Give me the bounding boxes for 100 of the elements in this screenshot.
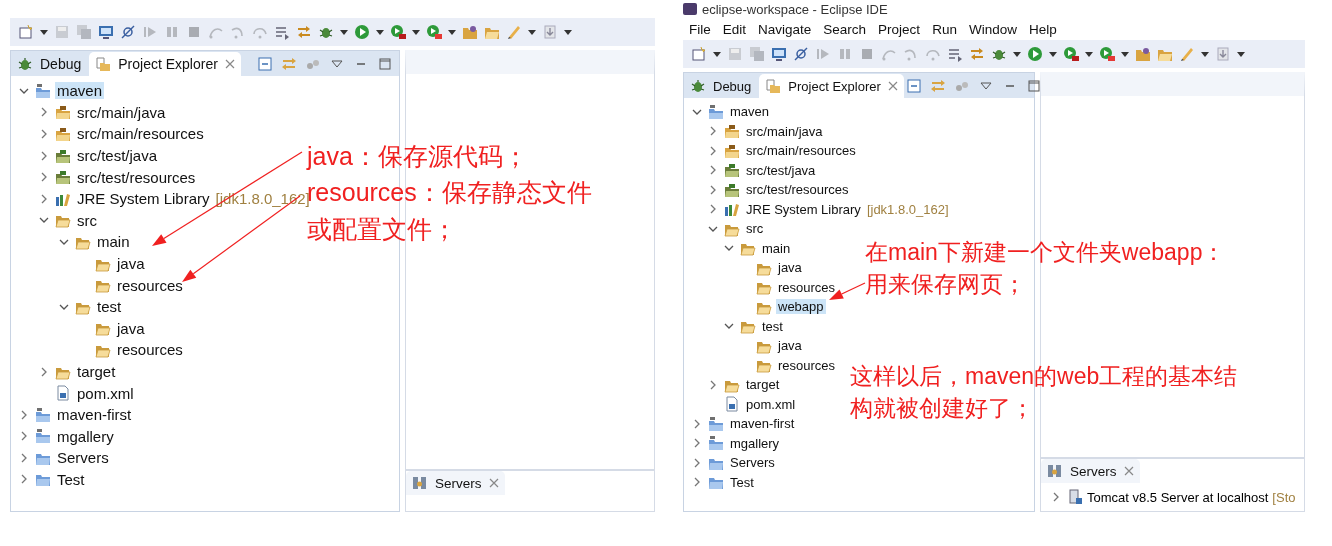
download-icon[interactable] <box>542 24 558 40</box>
folder-icon[interactable] <box>462 24 478 40</box>
list-icon[interactable] <box>947 46 963 62</box>
tree-item[interactable]: pom.xml <box>75 384 136 402</box>
servers-icon <box>1047 463 1063 479</box>
view-tab[interactable]: Servers <box>1041 459 1140 483</box>
tree-item[interactable]: src/main/resources <box>744 143 858 159</box>
server-status: [Sto <box>1272 489 1296 505</box>
tree-item[interactable]: java <box>776 338 804 354</box>
close-icon[interactable] <box>488 478 499 488</box>
project-folder-icon <box>708 415 724 432</box>
tree-item[interactable]: Test <box>728 474 756 490</box>
annotation-text: 在main下新建一个文件夹webapp： <box>865 238 1226 267</box>
maximize-icon[interactable] <box>377 56 393 72</box>
explorer-icon <box>95 56 112 72</box>
tree-item[interactable]: maven-first <box>728 416 797 432</box>
run-icon[interactable] <box>354 24 370 40</box>
tree-item[interactable]: resources <box>776 279 838 295</box>
view-tab[interactable]: Debug <box>684 74 758 98</box>
collapse-icon[interactable] <box>257 56 273 72</box>
menu-item[interactable]: Help <box>1028 21 1057 37</box>
annotation-text: 构就被创建好了； <box>850 394 1035 424</box>
tree-item[interactable]: main <box>95 233 132 251</box>
monitor-icon[interactable] <box>98 24 114 40</box>
tree-item[interactable]: src/main/java <box>75 103 168 121</box>
tree-item[interactable]: src/test/resources <box>744 182 851 198</box>
skip-icon[interactable] <box>793 46 809 62</box>
annotation-text: 或配置文件； <box>307 213 458 245</box>
tree-item[interactable]: src <box>744 221 766 237</box>
tree-item[interactable]: maven-first <box>55 406 134 424</box>
tree-item[interactable]: target <box>75 363 118 380</box>
menu-item[interactable]: Edit <box>722 21 747 37</box>
tree-item[interactable]: pom.xml <box>744 396 798 412</box>
project-folder-icon <box>708 435 724 452</box>
new-file-icon[interactable] <box>691 46 707 62</box>
menu-item[interactable]: Run <box>932 21 957 37</box>
arrows-icon[interactable] <box>296 24 312 40</box>
run-icon[interactable] <box>426 24 442 40</box>
maximize-icon[interactable] <box>1025 78 1042 94</box>
folder-icon[interactable] <box>1135 46 1151 62</box>
tree-item[interactable]: test <box>95 298 124 316</box>
books-icon <box>724 201 740 218</box>
menu-item[interactable]: Window <box>968 21 1017 37</box>
monitor-icon[interactable] <box>771 46 787 62</box>
project-folder-icon <box>35 406 51 423</box>
tree-item[interactable]: java <box>115 319 147 337</box>
tree-item[interactable]: src/main/resources <box>75 125 206 143</box>
tree-item[interactable]: src/test/java <box>75 147 160 165</box>
tree-item[interactable]: main <box>760 240 793 256</box>
tree-item[interactable]: java <box>776 260 804 276</box>
tree-item[interactable]: src <box>75 211 99 229</box>
tree-item[interactable]: Servers <box>728 455 777 471</box>
tree-item[interactable]: mgallery <box>55 427 116 445</box>
arrows-icon[interactable] <box>969 46 985 62</box>
tree-item[interactable]: java <box>115 255 147 273</box>
close-icon[interactable] <box>1123 466 1134 476</box>
package-folder-icon <box>724 123 740 140</box>
package-folder-icon <box>724 181 740 198</box>
collapse-icon[interactable] <box>905 78 922 94</box>
tree-item[interactable]: resources <box>115 341 185 359</box>
close-icon[interactable] <box>224 59 235 69</box>
new-file-icon[interactable] <box>18 24 34 40</box>
tree-item[interactable]: mgallery <box>728 435 782 451</box>
skip-icon[interactable] <box>120 24 136 40</box>
tree-item[interactable]: Test <box>55 471 87 488</box>
run-icon[interactable] <box>390 24 406 40</box>
server-item[interactable]: Tomcat v8.5 Server at localhost <box>1087 489 1269 505</box>
menu-item[interactable]: Navigate <box>758 21 812 37</box>
tree-item[interactable]: test <box>760 318 785 334</box>
package-folder-icon <box>724 142 740 159</box>
list-icon[interactable] <box>274 24 290 40</box>
tree-item[interactable]: webapp <box>776 299 826 315</box>
bug-icon <box>17 56 33 72</box>
run-icon[interactable] <box>1027 46 1043 62</box>
view-tab[interactable]: Project Explorer <box>759 74 904 98</box>
package-folder-icon <box>55 169 71 186</box>
window-title: eclipse-workspace - Eclipse IDE <box>702 1 888 17</box>
tree-item[interactable]: src/main/java <box>744 123 825 139</box>
tree-item[interactable]: maven <box>728 104 772 120</box>
tree-item[interactable]: resources <box>115 276 185 294</box>
tree-item[interactable]: resources <box>776 357 838 373</box>
run-icon[interactable] <box>1099 46 1115 62</box>
tree-item[interactable]: src/test/java <box>744 162 818 178</box>
menu-item[interactable]: Search <box>823 21 867 37</box>
tree-item[interactable]: maven <box>55 82 105 100</box>
file-icon <box>55 385 71 402</box>
tree-item[interactable]: target <box>744 377 782 393</box>
view-tab[interactable]: Project Explorer <box>89 52 241 76</box>
view-tab[interactable]: Servers <box>406 471 505 495</box>
close-icon[interactable] <box>887 81 898 91</box>
tree-item[interactable]: JRE System Library <box>744 201 863 217</box>
download-icon[interactable] <box>1215 46 1231 62</box>
tree-item[interactable]: JRE System Library <box>75 190 212 208</box>
tree-item[interactable]: Servers <box>55 449 111 467</box>
menu-item[interactable]: File <box>689 21 711 37</box>
run-icon[interactable] <box>1063 46 1079 62</box>
file-icon <box>724 396 740 413</box>
view-tab[interactable]: Debug <box>11 52 88 76</box>
menu-item[interactable]: Project <box>878 21 921 37</box>
tree-item[interactable]: src/test/resources <box>75 168 198 186</box>
